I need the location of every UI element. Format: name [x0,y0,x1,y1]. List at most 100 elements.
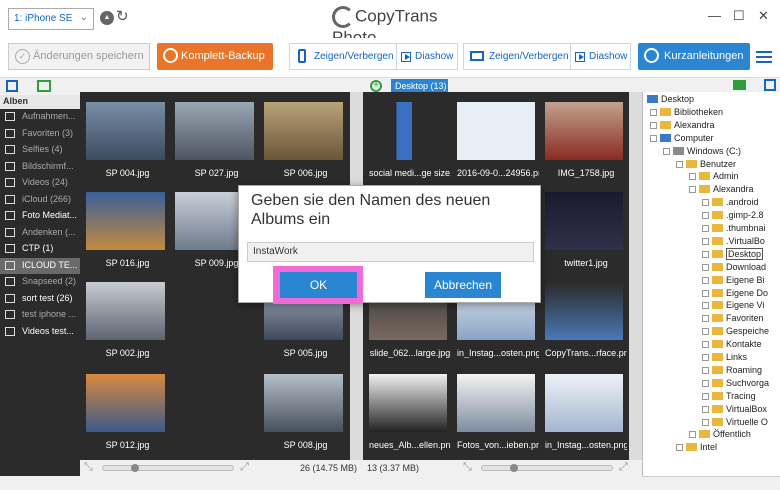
device-slideshow-button[interactable]: Diashow [415,51,453,62]
photo-thumbnail[interactable]: Fotos_von...ieben.png [457,374,539,459]
expand-toggle-icon[interactable] [702,302,709,310]
quick-guides-button[interactable]: Kurzanleitungen [638,43,750,70]
expand-toggle-icon[interactable] [702,199,709,207]
collapse-panel-icon[interactable] [6,80,18,92]
album-item[interactable]: Andenken (... [0,225,80,241]
album-item[interactable]: Videos test... [0,324,80,340]
tree-node[interactable]: Suchvorga [712,378,769,390]
expand-toggle-icon[interactable] [650,108,657,116]
minimize-icon[interactable]: — [708,8,721,23]
tree-node[interactable]: .gimp-2.8 [712,210,764,222]
album-item[interactable]: Snapseed (2) [0,274,80,290]
expand-toggle-icon[interactable] [702,263,709,271]
album-item[interactable]: Favoriten (3) [0,126,80,142]
tree-node[interactable]: Tracing [712,391,756,403]
album-item[interactable]: Bildschirmf... [0,159,80,175]
hamburger-menu-icon[interactable] [756,51,772,63]
photo-thumbnail[interactable]: SP 004.jpg [86,102,169,187]
tree-node[interactable]: Computer [660,133,714,145]
full-backup-button[interactable]: Komplett-Backup [157,43,273,70]
expand-toggle-icon[interactable] [650,134,657,142]
expand-toggle-icon[interactable] [702,405,709,413]
expand-toggle-icon[interactable] [702,379,709,387]
album-item[interactable]: iCloud (266) [0,192,80,208]
pc-zoom-slider[interactable] [481,464,613,472]
cancel-button[interactable]: Abbrechen [425,272,501,298]
expand-toggle-icon[interactable] [702,289,709,297]
album-item[interactable]: Selfies (4) [0,142,80,158]
tree-node[interactable]: VirtualBox [712,404,767,416]
new-folder-icon[interactable] [733,80,746,90]
desktop-tab[interactable]: Desktop (13) [391,79,448,93]
eject-icon[interactable]: ▲ [100,11,114,25]
tree-node[interactable]: Eigene Do [712,288,768,300]
album-item[interactable]: test iphone ... [0,307,80,323]
photo-thumbnail[interactable]: SP 027.jpg [175,102,258,187]
tree-node[interactable]: Gespeiche [712,326,769,338]
album-item[interactable]: CTP (1) [0,241,80,257]
expand-toggle-icon[interactable] [689,186,696,194]
tree-node[interactable]: Admin [699,171,739,183]
tree-node[interactable]: Öffentlich [699,429,751,441]
photo-thumbnail[interactable]: 2016-09-0...24956.png [457,102,539,187]
expand-toggle-icon[interactable] [676,160,683,168]
tree-node[interactable]: Eigene Vi [712,300,764,312]
tree-node[interactable]: .android [712,197,759,209]
album-item[interactable]: Videos (24) [0,175,80,191]
add-album-icon[interactable] [37,80,51,92]
tree-node[interactable]: .VirtualBo [712,236,765,248]
tree-node[interactable]: Alexandra [699,184,754,196]
expand-toggle-icon[interactable] [689,173,696,181]
expand-toggle-icon[interactable] [676,444,683,452]
photo-thumbnail[interactable]: neues_Alb...ellen.png [369,374,451,459]
tree-node[interactable]: Desktop [712,247,764,261]
tree-node[interactable]: Intel [686,442,717,454]
tree-node[interactable]: Kontakte [712,339,762,351]
refresh-icon[interactable]: ↻ [116,9,129,25]
photo-thumbnail[interactable]: SP 012.jpg [86,374,169,459]
tree-node[interactable]: Roaming [712,365,762,377]
photo-thumbnail[interactable]: SP 008.jpg [264,374,347,459]
expand-toggle-icon[interactable] [650,121,657,129]
photo-thumbnail[interactable]: SP 016.jpg [86,192,169,277]
shrink-icon[interactable]: ⤡ [84,461,93,474]
pc-show-hide-button[interactable]: Zeigen/Verbergen [489,51,569,62]
device-show-hide-button[interactable]: Zeigen/Verbergen [314,51,394,62]
album-item[interactable]: sort test (26) [0,291,80,307]
tree-node[interactable]: Alexandra [660,120,715,132]
tree-node[interactable]: Download [712,262,766,274]
tree-node[interactable]: Eigene Bi [712,275,765,287]
tree-node[interactable]: Benutzer [686,159,736,171]
collapse-panel-icon[interactable] [764,79,776,91]
expand-toggle-icon[interactable] [689,431,696,439]
expand-toggle-icon[interactable] [702,250,709,258]
expand-toggle-icon[interactable] [702,225,709,232]
enlarge-icon[interactable]: ⤢ [619,461,628,474]
expand-toggle-icon[interactable] [702,341,709,349]
expand-toggle-icon[interactable] [702,212,709,220]
photo-thumbnail[interactable]: CopyTrans...rface.png [545,282,627,367]
expand-toggle-icon[interactable] [702,392,709,400]
expand-toggle-icon[interactable] [702,276,709,284]
add-icon[interactable]: + [370,80,382,92]
tree-node[interactable]: Links [712,352,747,364]
photo-thumbnail[interactable]: SP 006.jpg [264,102,347,187]
album-item[interactable]: ICLOUD TE... [0,257,80,274]
tree-node[interactable]: Desktop [647,94,694,106]
shrink-icon[interactable]: ⤡ [463,461,472,474]
photo-thumbnail[interactable] [175,374,258,459]
tree-node[interactable]: Favoriten [712,313,764,325]
photo-thumbnail[interactable]: IMG_1758.jpg [545,102,627,187]
ok-button[interactable]: OK [280,272,357,298]
save-changes-button[interactable]: ✓ Änderungen speichern [8,43,150,70]
expand-toggle-icon[interactable] [702,354,709,361]
tree-node[interactable]: .thumbnai [712,223,766,235]
device-zoom-slider[interactable] [102,464,234,472]
tree-node[interactable]: Virtuelle O [712,417,768,429]
album-item[interactable]: Aufnahmen... [0,109,80,125]
expand-toggle-icon[interactable] [702,315,709,323]
pc-slideshow-button[interactable]: Diashow [589,51,627,62]
album-name-input[interactable]: InstaWork [247,242,534,262]
photo-thumbnail[interactable]: social medi...ge size.jpg [369,102,451,187]
enlarge-icon[interactable]: ⤢ [240,461,249,474]
